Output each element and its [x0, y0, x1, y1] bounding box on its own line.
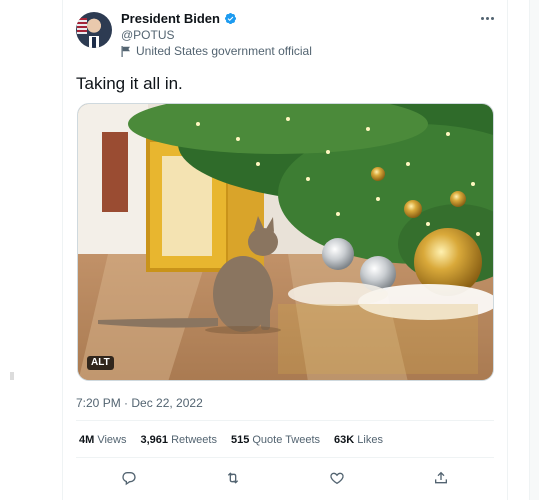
views-count: 4M	[79, 434, 95, 446]
avatar-flag	[77, 18, 87, 34]
quote-tweets-label: Quote Tweets	[252, 434, 321, 446]
alt-text-badge[interactable]: ALT	[87, 356, 114, 370]
quote-tweets-count: 515	[230, 434, 250, 446]
retweets-stat[interactable]: 3,961 Retweets	[141, 434, 217, 446]
author-handle[interactable]: @POTUS	[121, 28, 175, 42]
like-button[interactable]	[326, 467, 348, 489]
views-label: Views	[97, 434, 127, 446]
tweet-stats: 4M Views 3,961 Retweets 515 Quote Tweets…	[79, 434, 383, 446]
retweet-icon	[227, 472, 239, 484]
retweet-button[interactable]	[222, 467, 244, 489]
government-label-text: United States government official	[136, 44, 312, 58]
left-margin	[0, 0, 62, 500]
author-name-row: President Biden	[121, 11, 237, 26]
left-edge-artifact	[10, 372, 14, 380]
tweet-actions	[118, 467, 458, 489]
likes-count: 63K	[334, 434, 355, 446]
divider	[76, 420, 494, 421]
retweets-label: Retweets	[171, 434, 217, 446]
quote-tweets-stat[interactable]: 515 Quote Tweets	[231, 434, 320, 446]
reply-icon	[122, 472, 136, 486]
avatar[interactable]	[76, 12, 112, 48]
views-stat[interactable]: 4M Views	[79, 434, 127, 446]
reply-button[interactable]	[118, 467, 140, 489]
author-display-name[interactable]: President Biden	[121, 11, 220, 26]
tweet-timestamp[interactable]: 7:20 PM · Dec 22, 2022	[76, 396, 203, 410]
avatar-tie	[92, 37, 96, 48]
like-icon	[330, 472, 344, 485]
tweet-photo[interactable]: ALT	[77, 103, 494, 381]
tweet-text: Taking it all in.	[76, 74, 183, 93]
right-sidebar-panel	[529, 0, 539, 500]
photo-cat-christmas-tree	[78, 104, 493, 380]
share-icon	[435, 471, 447, 484]
share-button[interactable]	[430, 467, 452, 489]
verified-badge-icon	[224, 12, 237, 25]
tweet-detail: President Biden @POTUS United States gov…	[63, 0, 507, 500]
government-label[interactable]: United States government official	[121, 44, 312, 58]
more-options-icon[interactable]	[477, 10, 497, 26]
divider	[76, 457, 494, 458]
flag-icon	[121, 45, 130, 57]
likes-stat[interactable]: 63K Likes	[334, 434, 383, 446]
retweets-count: 3,961	[140, 434, 169, 446]
likes-label: Likes	[357, 434, 383, 446]
